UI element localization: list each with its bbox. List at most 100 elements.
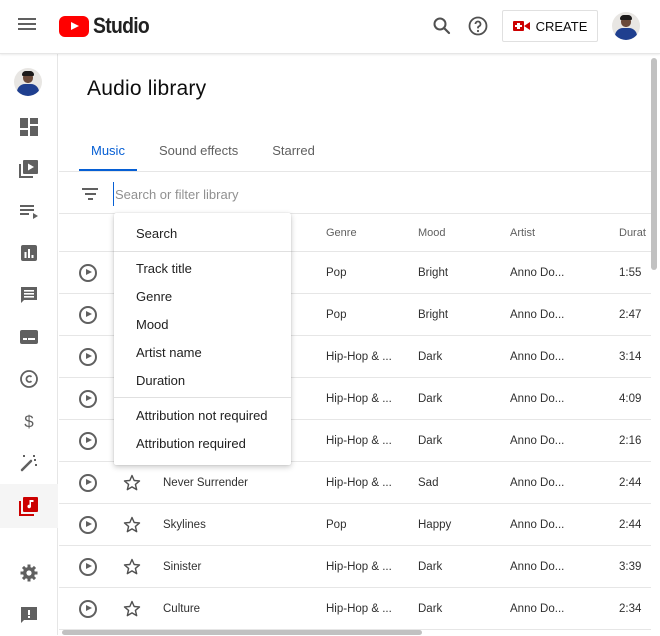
sidebar-item-analytics[interactable]	[0, 232, 58, 274]
help-icon[interactable]	[466, 14, 490, 38]
star-button[interactable]	[122, 504, 142, 545]
track-artist: Anno Do...	[510, 350, 565, 363]
play-icon	[79, 515, 97, 534]
comments-icon	[21, 287, 37, 303]
sidebar-item-comments[interactable]	[0, 274, 58, 316]
filter-dropdown-menu: Search Track title Genre Mood Artist nam…	[114, 213, 291, 465]
create-video-icon	[512, 21, 530, 31]
search-icon[interactable]	[430, 14, 454, 38]
play-icon	[79, 263, 97, 282]
track-artist: Anno Do...	[510, 560, 565, 573]
sidebar-item-copyright[interactable]	[0, 358, 58, 400]
star-icon	[123, 474, 141, 490]
track-duration: 2:44	[619, 518, 642, 531]
column-header-artist[interactable]: Artist	[510, 214, 535, 251]
play-icon	[79, 557, 97, 576]
play-button[interactable]	[79, 462, 97, 503]
sidebar-item-playlists[interactable]	[0, 190, 58, 232]
top-app-bar: Studio CREATE	[0, 0, 660, 54]
star-icon	[123, 516, 141, 532]
track-genre: Hip-Hop & ...	[326, 350, 392, 363]
track-artist: Anno Do...	[510, 602, 565, 615]
track-mood: Dark	[418, 350, 443, 363]
star-button[interactable]	[122, 588, 142, 629]
feedback-icon	[21, 607, 37, 623]
sidebar-item-content[interactable]	[0, 148, 58, 190]
menu-item-attribution-not-required[interactable]: Attribution not required	[114, 403, 291, 427]
table-row[interactable]: Culture Hip-Hop & ... Dark Anno Do... 2:34	[59, 588, 651, 630]
play-icon	[79, 431, 97, 450]
menu-divider	[114, 251, 291, 252]
track-genre: Pop	[326, 266, 347, 279]
sidebar-item-earn[interactable]: $	[0, 400, 58, 442]
tab-sound-effects[interactable]: Sound effects	[147, 133, 250, 171]
tab-music[interactable]: Music	[79, 133, 137, 171]
play-button[interactable]	[79, 588, 97, 629]
play-button[interactable]	[79, 504, 97, 545]
sidebar-item-subtitles[interactable]	[0, 316, 58, 358]
track-title: Never Surrender	[163, 476, 249, 489]
track-genre: Pop	[326, 518, 347, 531]
filter-bar	[59, 172, 651, 214]
column-header-duration[interactable]: Durat	[619, 214, 646, 251]
play-icon	[79, 599, 97, 618]
track-genre: Hip-Hop & ...	[326, 392, 392, 405]
play-button[interactable]	[79, 294, 97, 335]
track-duration: 3:39	[619, 560, 642, 573]
play-button[interactable]	[79, 252, 97, 293]
track-genre: Hip-Hop & ...	[326, 560, 392, 573]
sidebar-item-audio-library[interactable]	[0, 484, 58, 528]
star-icon	[123, 558, 141, 574]
track-genre: Pop	[326, 308, 347, 321]
play-button[interactable]	[79, 546, 97, 587]
menu-item-attribution-required[interactable]: Attribution required	[114, 431, 291, 455]
content-icon	[19, 160, 38, 178]
track-mood: Dark	[418, 560, 443, 573]
menu-icon[interactable]	[18, 18, 36, 32]
menu-item-genre[interactable]: Genre	[114, 284, 291, 308]
sidebar-item-customization[interactable]	[0, 442, 58, 484]
play-button[interactable]	[79, 420, 97, 461]
play-icon	[79, 389, 97, 408]
tab-starred[interactable]: Starred	[260, 133, 327, 171]
track-mood: Sad	[418, 476, 439, 489]
play-button[interactable]	[79, 336, 97, 377]
settings-icon	[20, 564, 38, 582]
play-button[interactable]	[79, 378, 97, 419]
menu-item-artist-name[interactable]: Artist name	[114, 340, 291, 364]
sidebar-item-feedback[interactable]	[0, 594, 58, 636]
copyright-icon	[20, 370, 38, 388]
youtube-play-logo-icon	[59, 15, 89, 37]
table-row[interactable]: Sinister Hip-Hop & ... Dark Anno Do... 3:39	[59, 546, 651, 588]
monetization-icon: $	[24, 412, 34, 431]
track-genre: Hip-Hop & ...	[326, 476, 392, 489]
sidebar-item-settings[interactable]	[0, 552, 58, 594]
menu-item-track-title[interactable]: Track title	[114, 256, 291, 280]
filter-icon[interactable]	[82, 188, 98, 200]
track-artist: Anno Do...	[510, 266, 565, 279]
table-row[interactable]: Skylines Pop Happy Anno Do... 2:44	[59, 504, 651, 546]
star-icon	[123, 600, 141, 616]
track-duration: 1:55	[619, 266, 642, 279]
studio-logo[interactable]: Studio	[59, 13, 157, 39]
vertical-scrollbar[interactable]	[651, 58, 657, 270]
playlists-icon	[20, 205, 38, 219]
search-input[interactable]	[113, 182, 513, 206]
menu-item-duration[interactable]: Duration	[114, 368, 291, 392]
star-button[interactable]	[122, 462, 142, 503]
column-header-mood[interactable]: Mood	[418, 214, 446, 251]
menu-item-search[interactable]: Search	[114, 221, 291, 245]
account-avatar[interactable]	[612, 12, 640, 40]
track-duration: 2:44	[619, 476, 642, 489]
column-header-genre[interactable]: Genre	[326, 214, 357, 251]
menu-item-mood[interactable]: Mood	[114, 312, 291, 336]
track-artist: Anno Do...	[510, 308, 565, 321]
track-artist: Anno Do...	[510, 476, 565, 489]
sidebar-item-dashboard[interactable]	[0, 106, 58, 148]
create-button[interactable]: CREATE	[502, 10, 598, 42]
horizontal-scrollbar[interactable]	[62, 630, 422, 635]
star-button[interactable]	[122, 546, 142, 587]
table-row[interactable]: Never Surrender Hip-Hop & ... Sad Anno Do..…	[59, 462, 651, 504]
track-title: Sinister	[163, 560, 202, 573]
channel-avatar[interactable]	[14, 68, 42, 96]
